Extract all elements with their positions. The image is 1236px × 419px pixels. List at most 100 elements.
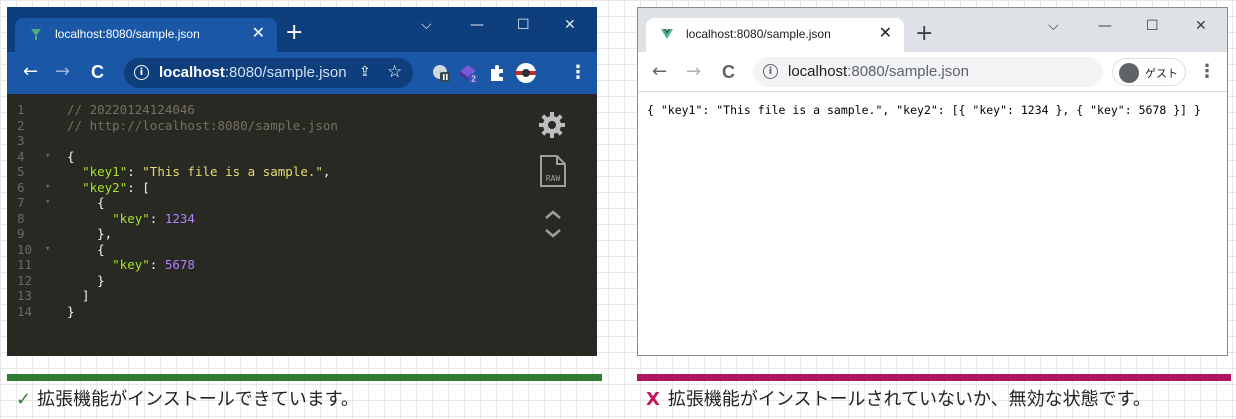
extension-pause-icon[interactable] [431,63,451,83]
profile-avatar-icon[interactable] [513,62,539,84]
raw-file-icon[interactable]: RAW [539,154,567,188]
code-text: "key": 5678 [67,257,195,272]
browser-tab[interactable]: localhost:8080/sample.json ✕ [646,18,904,52]
fold-toggle-icon[interactable]: ▾ [45,180,50,195]
line-number: 10 [17,241,33,257]
editor-line: 11 "key": 5678 [7,257,597,272]
code-text: "key1": "This file is a sample.", [67,164,330,179]
address-bar[interactable]: i localhost:8080/sample.json ⇪ ☆ [124,58,413,88]
editor-line: 4 ▾ { [7,149,597,164]
minimize-button[interactable]: — [1098,18,1112,34]
code-token: 1234 [164,210,195,226]
code-token: , [322,164,331,179]
maximize-button[interactable]: ☐ [1146,18,1159,34]
code-token: }, [67,226,113,241]
browser-tab[interactable]: localhost:8080/sample.json ✕ [15,18,277,52]
toolbar: ← → C i localhost:8080/sample.json ⇪ ☆ 2… [7,52,597,94]
title-bar: localhost:8080/sample.json ✕ + ⌵ — ☐ ✕ [638,8,1227,52]
share-icon[interactable]: ⇪ [359,64,371,80]
fold-toggle-icon[interactable]: ▾ [45,195,50,210]
back-button[interactable]: ← [23,60,38,84]
back-button[interactable]: ← [652,60,667,84]
editor-line: 1 // 20220124124046 [7,102,597,117]
editor-line: 8 "key": 1234 [7,211,597,226]
code-token: { [67,241,105,257]
json-viewer-favicon-icon [31,29,41,40]
editor-line: 9 }, [7,226,597,241]
line-number: 11 [17,257,33,272]
x-icon: X [646,389,660,410]
editor-line: 12 } [7,273,597,288]
code-text: "key": 1234 [67,211,195,226]
fold-toggle-icon[interactable]: ▾ [45,242,50,257]
tab-search-dropdown-icon[interactable]: ⌵ [1048,18,1059,34]
code-token: : [ [127,179,150,195]
code-token: // http://localhost:8080/sample.json [67,117,338,133]
line-number: 2 [17,117,25,133]
caption-not-installed-text: 拡張機能がインストールされていないか、無効な状態です。 [667,389,1151,410]
site-info-icon[interactable]: i [763,64,778,79]
tab-close-icon[interactable]: ✕ [252,23,265,43]
settings-gear-icon[interactable] [537,110,567,140]
status-bar-ok [7,374,602,381]
close-window-button[interactable]: ✕ [564,17,576,33]
code-text: // http://localhost:8080/sample.json [67,118,338,133]
menu-kebab-icon[interactable]: ⋮ [569,63,587,83]
code-text: { [67,195,105,210]
reload-button[interactable]: C [91,60,104,84]
code-text: } [67,273,105,288]
editor-line: 10 ▾ { [7,242,597,257]
address-bar[interactable]: i localhost:8080/sample.json [753,57,1103,87]
code-token: // 20220124124046 [67,102,195,117]
forward-button[interactable]: → [686,60,701,84]
code-text: // 20220124124046 [67,102,195,117]
tab-close-icon[interactable]: ✕ [879,23,892,43]
editor-line: 7 ▾ { [7,195,597,210]
minimize-button[interactable]: — [470,17,484,33]
fold-toggle-icon[interactable]: ▾ [45,149,50,164]
extension-badge-icon[interactable]: 2 [458,63,478,83]
tab-title: localhost:8080/sample.json [55,27,200,41]
bookmark-star-icon[interactable]: ☆ [387,62,402,82]
browser-window-extension-enabled: localhost:8080/sample.json ✕ + ⌵ — ☐ ✕ ←… [7,7,597,356]
extensions-puzzle-icon[interactable] [487,63,507,83]
line-number: 3 [17,133,25,148]
code-token: "key2" [82,179,128,195]
collapse-up-chevron-icon[interactable] [544,210,562,220]
code-text: "key2": [ [67,180,150,195]
caption-installed-text: 拡張機能がインストールできています。 [37,389,359,410]
maximize-button[interactable]: ☐ [517,17,530,33]
close-window-button[interactable]: ✕ [1195,18,1207,34]
code-token: "This file is a sample." [142,164,323,179]
site-info-icon[interactable]: i [134,65,149,80]
title-bar: localhost:8080/sample.json ✕ + ⌵ — ☐ ✕ [7,7,597,52]
new-tab-button[interactable]: + [285,22,303,44]
editor-line: 13 ] [7,288,597,303]
url-path: :8080/sample.json [224,64,347,81]
menu-kebab-icon[interactable]: ⋮ [1198,62,1216,82]
line-number: 9 [17,226,25,241]
line-number: 6 [17,179,25,195]
tab-search-dropdown-icon[interactable]: ⌵ [421,17,432,33]
url-text: localhost:8080/sample.json [788,63,969,80]
code-token: } [67,272,105,288]
expand-down-chevron-icon[interactable] [544,228,562,238]
url-host: localhost [159,64,225,81]
status-bar-ng [637,374,1231,381]
reload-button[interactable]: C [722,60,735,84]
line-number: 4 [17,148,25,164]
url-path: :8080/sample.json [847,63,969,80]
check-icon: ✓ [16,389,32,410]
line-number: 5 [17,164,25,179]
code-text: ] [67,288,90,303]
code-text: { [67,149,75,164]
forward-button[interactable]: → [55,60,70,84]
new-tab-button[interactable]: + [915,23,933,45]
code-text: { [67,242,105,257]
code-token: 5678 [164,257,195,272]
guest-profile-chip[interactable]: ゲスト [1112,58,1186,86]
code-token: { [67,195,105,210]
code-text: }, [67,226,112,241]
